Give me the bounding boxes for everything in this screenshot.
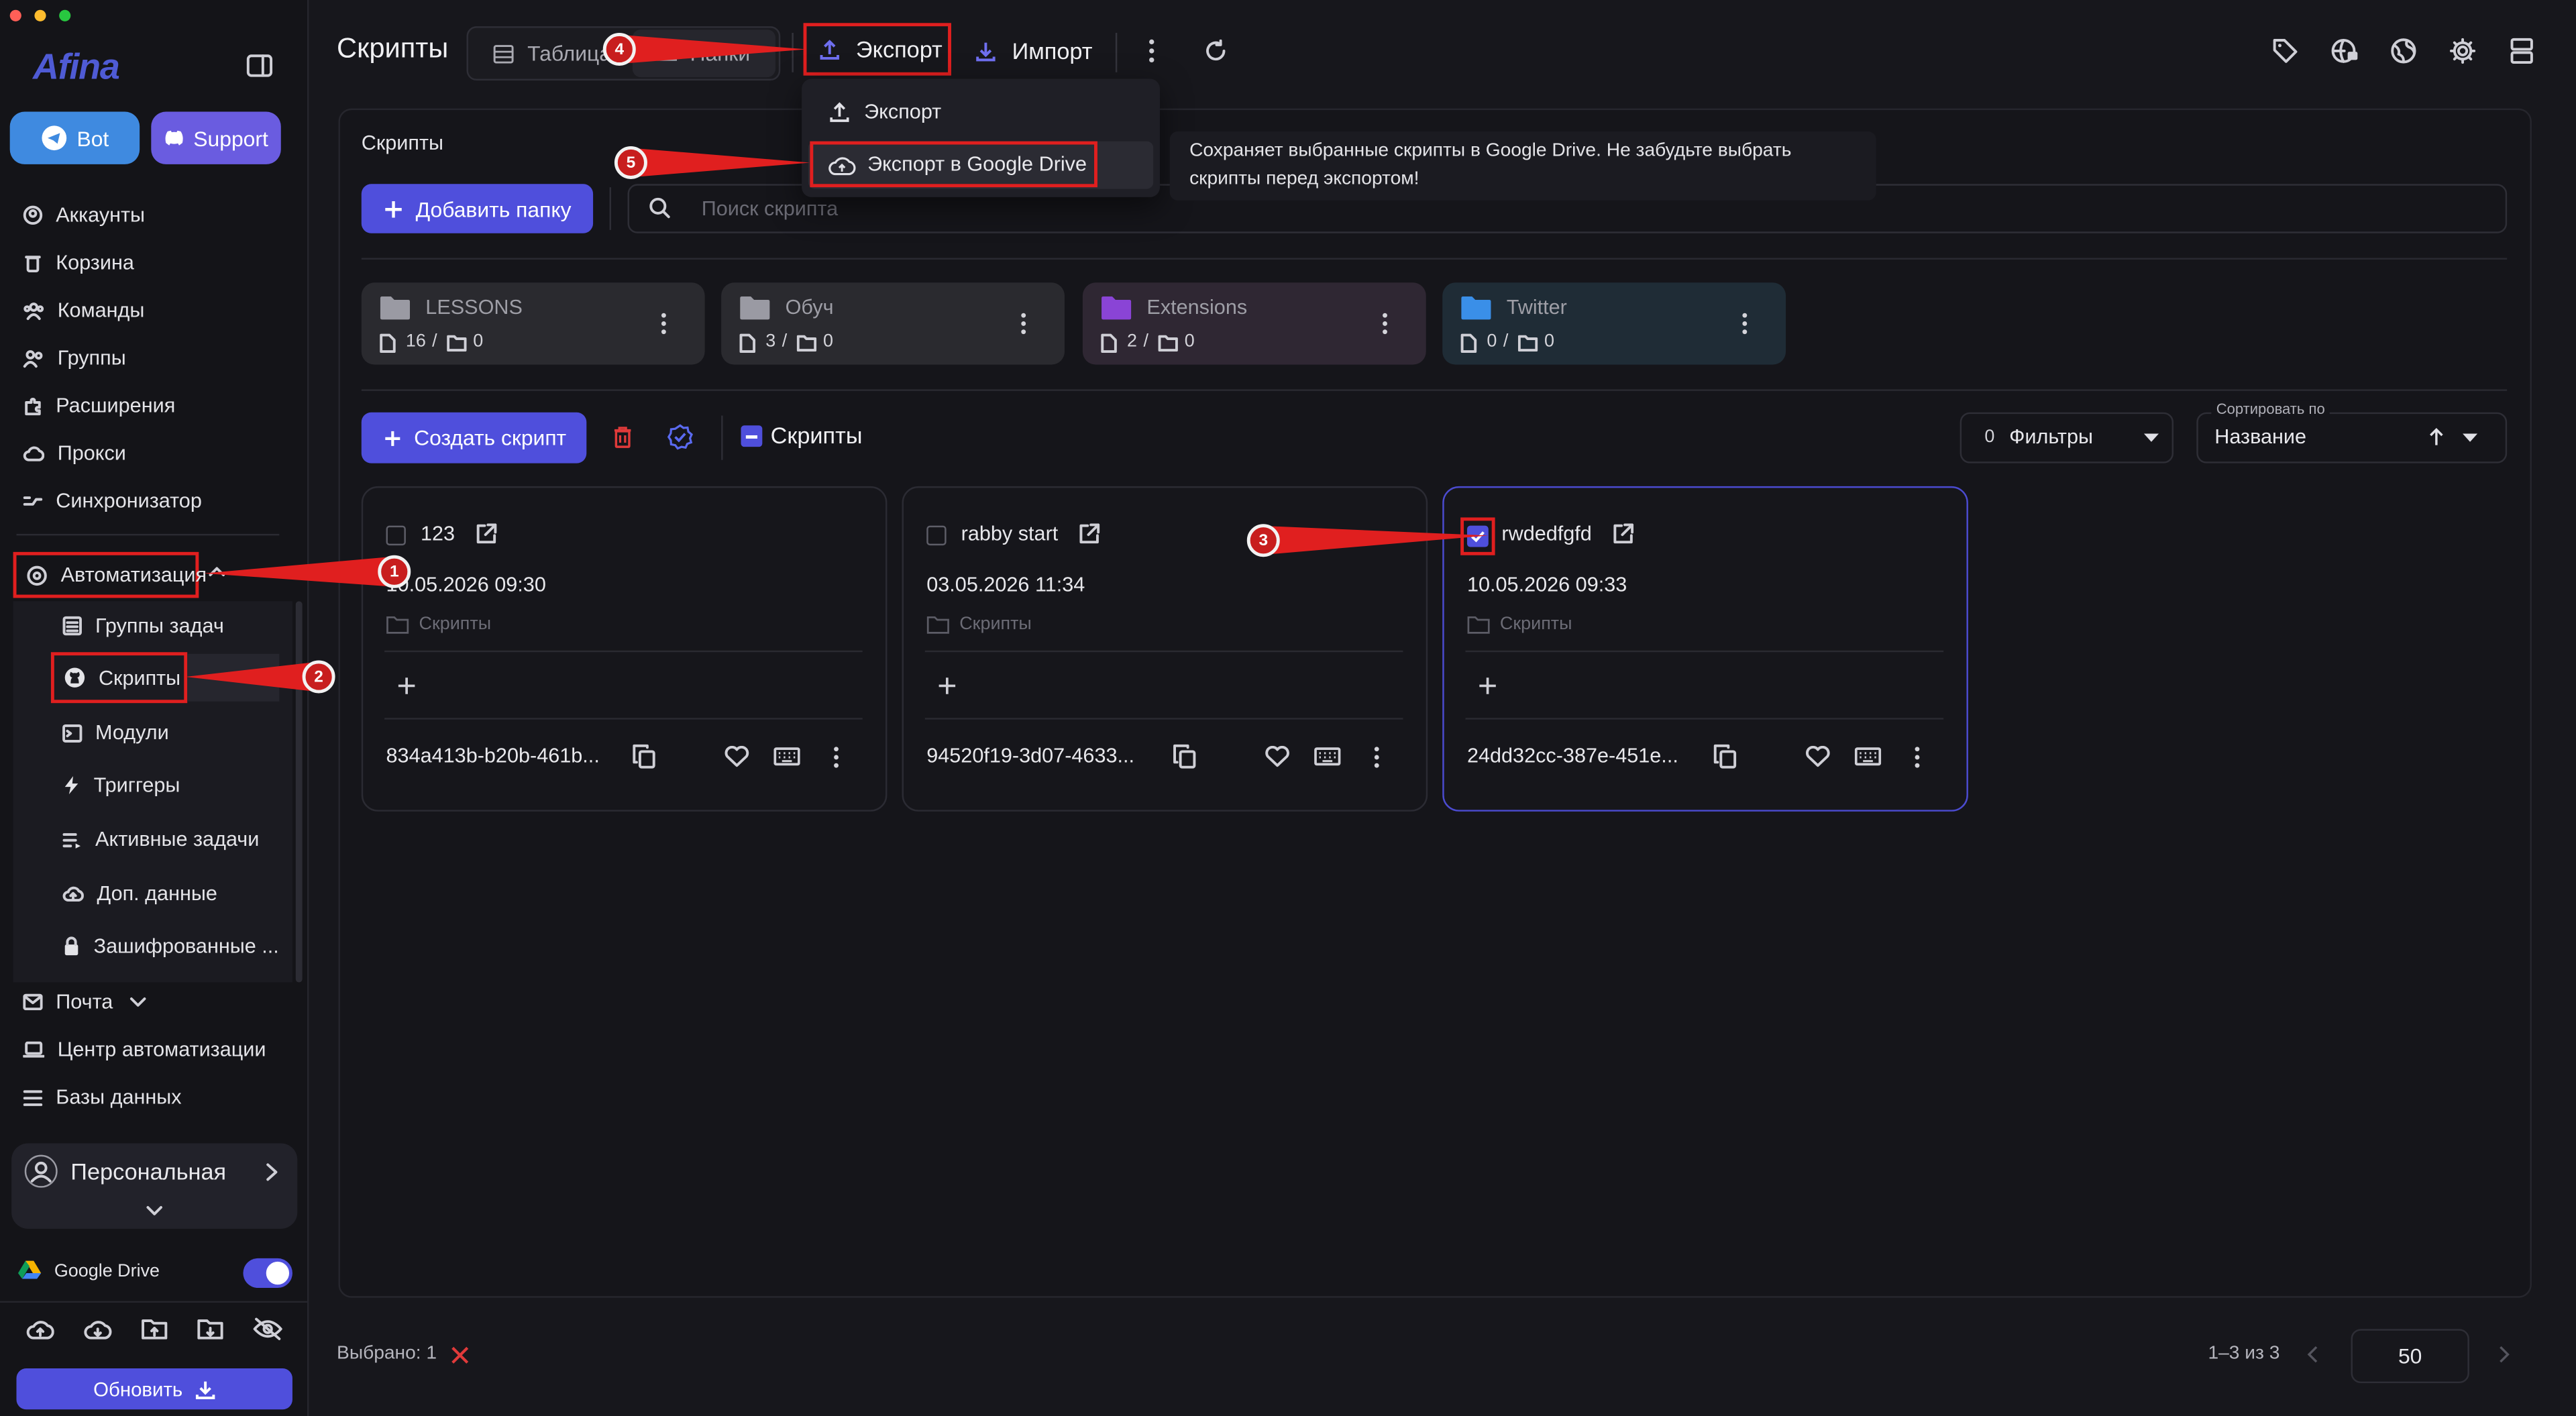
annotation-arrow-2 (185, 661, 316, 692)
annotation-arrows (185, 34, 1489, 692)
annotation-arrow-1 (203, 557, 390, 587)
annotation-badge-5: 5 (614, 146, 647, 179)
annotation-badge-3: 3 (1246, 524, 1280, 557)
annotation-arrow-4 (616, 34, 807, 64)
annotation-badge-2: 2 (302, 660, 335, 694)
annotation-badge-1: 1 (378, 555, 411, 588)
annotation-badge-4: 4 (602, 32, 636, 66)
annotation-arrow-3 (1258, 525, 1489, 555)
annotation-arrow-5 (629, 148, 810, 178)
